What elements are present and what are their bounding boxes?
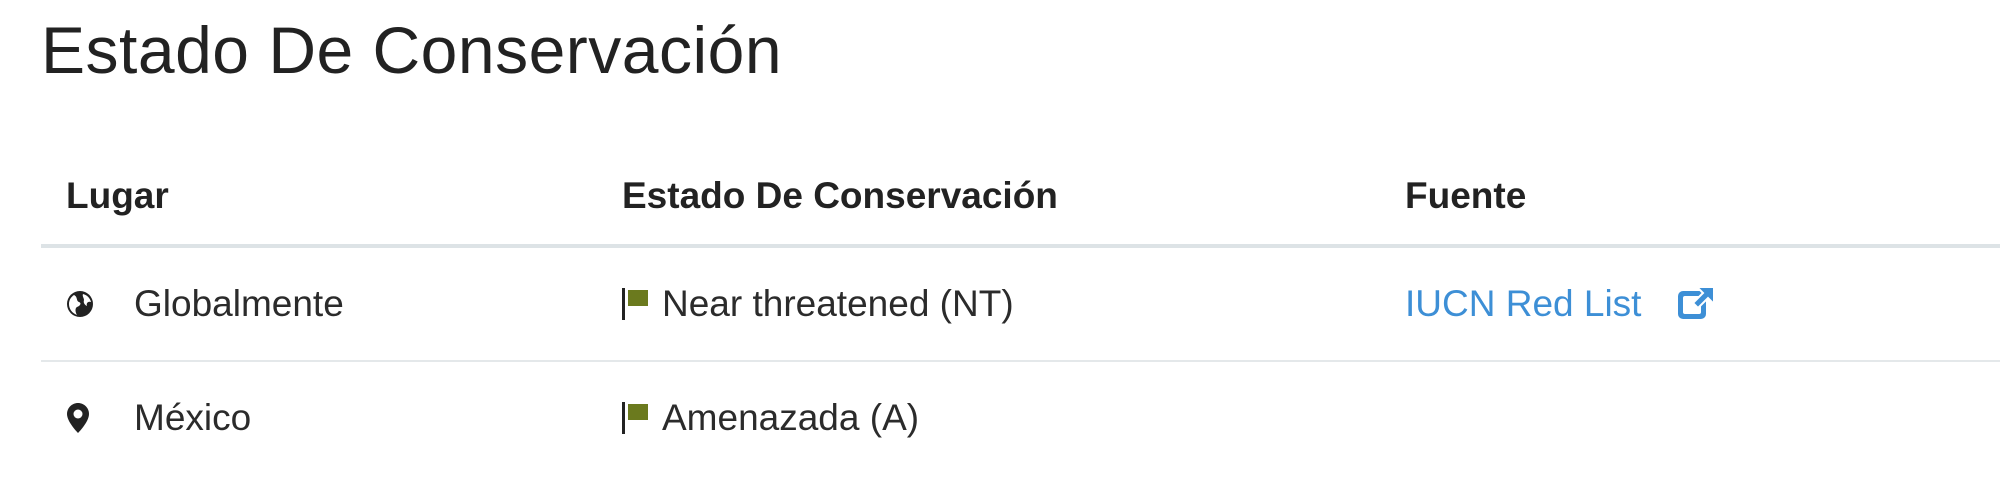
- table-row: Globalmente Near threatened (NT) IUCN Re…: [41, 246, 2000, 362]
- header-source[interactable]: Fuente: [1380, 148, 2000, 248]
- place-name: Globalmente: [134, 283, 344, 324]
- external-link-icon[interactable]: [1677, 286, 1716, 322]
- header-place[interactable]: Lugar: [41, 148, 597, 248]
- source-link-iucn[interactable]: IUCN Red List: [1405, 283, 1716, 325]
- header-status[interactable]: Estado De Conservación: [597, 148, 1380, 248]
- source-cell: IUCN Red List: [1380, 246, 2000, 362]
- status-label: Amenazada (A): [662, 397, 920, 438]
- place-cell: México: [41, 361, 597, 474]
- conservation-status-table: Lugar Estado De Conservación Fuente Glob…: [41, 148, 2000, 474]
- table-row: México Amenazada (A): [41, 361, 2000, 474]
- status-label: Near threatened (NT): [662, 283, 1014, 324]
- flag-icon: [622, 286, 650, 322]
- table-header-row: Lugar Estado De Conservación Fuente: [41, 148, 2000, 248]
- section-title: Estado De Conservación: [41, 13, 783, 87]
- place-cell: Globalmente: [41, 246, 597, 362]
- status-cell: Near threatened (NT): [597, 246, 1380, 362]
- place-name: México: [134, 397, 252, 438]
- source-cell: [1380, 361, 2000, 474]
- map-marker-icon: [66, 402, 106, 434]
- source-link-label[interactable]: IUCN Red List: [1405, 283, 1641, 325]
- flag-icon: [622, 400, 650, 436]
- globe-icon: [66, 290, 106, 318]
- status-cell: Amenazada (A): [597, 361, 1380, 474]
